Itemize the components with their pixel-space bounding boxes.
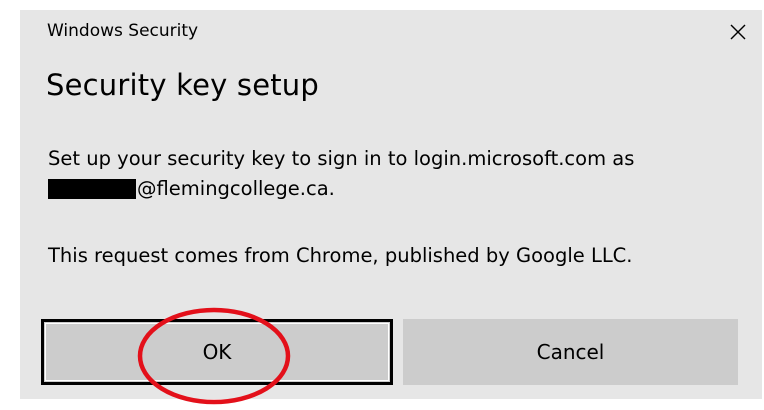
ok-button-label: OK bbox=[202, 340, 232, 364]
security-dialog: Windows Security Security key setup Set … bbox=[20, 10, 762, 399]
message-line-1: Set up your security key to sign in to l… bbox=[48, 147, 635, 170]
cancel-button[interactable]: Cancel bbox=[403, 319, 738, 385]
window-title: Windows Security bbox=[47, 21, 199, 41]
ok-button[interactable]: OK bbox=[41, 319, 393, 385]
close-icon bbox=[730, 24, 746, 40]
request-source-text: This request comes from Chrome, publishe… bbox=[48, 244, 633, 267]
message-line-2: @flemingcollege.ca. bbox=[48, 174, 335, 204]
email-domain: @flemingcollege.ca. bbox=[137, 177, 335, 200]
redacted-username bbox=[48, 179, 136, 199]
cancel-button-label: Cancel bbox=[536, 340, 605, 364]
close-button[interactable] bbox=[722, 16, 754, 48]
dialog-heading: Security key setup bbox=[46, 68, 319, 102]
